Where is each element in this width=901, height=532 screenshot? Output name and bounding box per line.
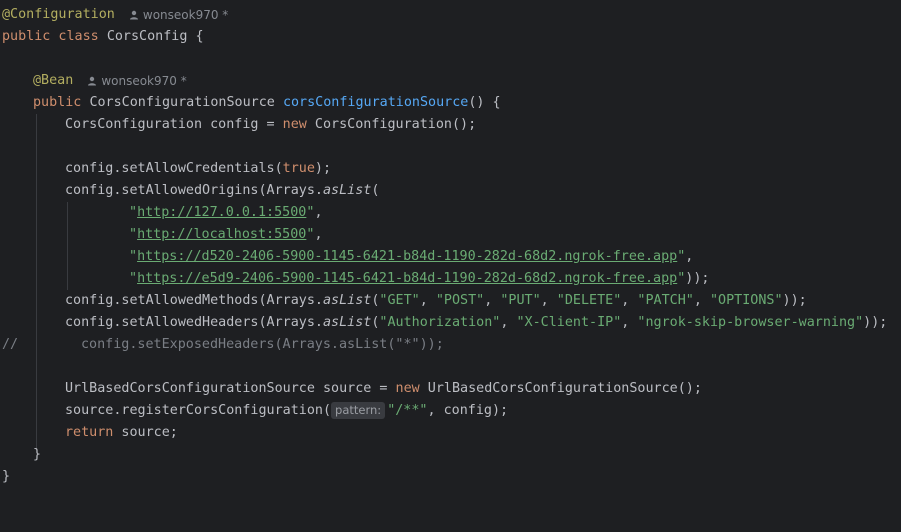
code-line: config.setAllowedHeaders(Arrays.asList("… — [0, 312, 887, 334]
code-line: @Bean wonseok970 * — [0, 70, 187, 92]
code-text: UrlBasedCorsConfigurationSource(); — [427, 381, 702, 396]
parameter-hint: pattern: — [331, 401, 386, 419]
indent-guide — [36, 114, 37, 450]
code-text: config.setAllowedMethods(Arrays. — [65, 293, 323, 308]
string-literal: "DELETE" — [556, 293, 622, 308]
code-line: public class CorsConfig { — [0, 26, 204, 48]
string-literal[interactable]: "https://d520-2406-5900-1145-6421-b84d-1… — [129, 249, 685, 264]
return-type: CorsConfigurationSource — [89, 95, 275, 110]
code-line: } — [0, 444, 41, 466]
code-line: "https://e5d9-2406-5900-1145-6421-b84d-1… — [0, 268, 709, 290]
code-text: , — [484, 293, 501, 308]
bean-annotation: @Bean — [33, 73, 74, 88]
code-line: config.setAllowedMethods(Arrays.asList("… — [0, 290, 807, 312]
code-text: , — [621, 293, 638, 308]
origin-url[interactable]: https://e5d9-2406-5900-1145-6421-b84d-11… — [137, 271, 677, 286]
code-line: source.registerCorsConfiguration(pattern… — [0, 400, 508, 422]
keyword: public — [33, 95, 82, 110]
closing-brace: } — [33, 447, 42, 462]
indent-guide — [67, 202, 68, 290]
code-text: config.setAllowedOrigins(Arrays. — [65, 183, 323, 198]
author-name: wonseok970 * — [142, 8, 229, 22]
code-text: asList — [322, 315, 372, 330]
string-literal[interactable]: "http://localhost:5500" — [129, 227, 314, 242]
string-literal: "/**" — [387, 403, 428, 418]
method-name: corsConfigurationSource — [282, 95, 469, 110]
code-editor[interactable]: @Configuration wonseok970 * public class … — [0, 0, 901, 487]
code-line: CorsConfiguration config = new CorsConfi… — [0, 114, 476, 136]
keyword: return — [65, 425, 114, 440]
code-text: , — [500, 315, 517, 330]
code-text: )); — [782, 293, 807, 308]
keyword: new — [395, 381, 420, 396]
code-text: , — [314, 227, 323, 242]
code-text: , — [540, 293, 557, 308]
code-text: source.registerCorsConfiguration( — [65, 403, 332, 418]
closing-brace: } — [2, 469, 11, 484]
keyword: public class — [2, 29, 99, 44]
origin-url[interactable]: http://localhost:5500 — [137, 227, 306, 242]
code-line: @Configuration wonseok970 * — [0, 4, 228, 26]
code-text: , — [693, 293, 710, 308]
code-text: config.setAllowedHeaders(Arrays. — [65, 315, 323, 330]
code-text: , config); — [427, 403, 509, 418]
author-hint[interactable]: wonseok970 * — [129, 4, 228, 26]
code-text: asList — [322, 183, 372, 198]
code-line: public CorsConfigurationSource corsConfi… — [0, 92, 501, 114]
user-icon — [129, 10, 138, 20]
code-text: ( — [371, 183, 380, 198]
code-text: UrlBasedCorsConfigurationSource source = — [65, 381, 396, 396]
code-line: return source; — [0, 422, 178, 444]
user-icon — [88, 76, 97, 86]
code-line: UrlBasedCorsConfigurationSource source =… — [0, 378, 702, 400]
comment-marker: // — [2, 337, 19, 352]
string-literal: "OPTIONS" — [709, 293, 783, 308]
origin-url[interactable]: https://d520-2406-5900-1145-6421-b84d-11… — [137, 249, 677, 264]
author-name: wonseok970 * — [101, 74, 187, 88]
commented-code: config.setExposedHeaders(Arrays.asList("… — [81, 337, 444, 352]
string-literal[interactable]: "https://e5d9-2406-5900-1145-6421-b84d-1… — [129, 271, 685, 286]
code-text: , — [621, 315, 638, 330]
code-line: // config.setExposedHeaders(Arrays.asLis… — [0, 334, 444, 356]
code-text: CorsConfiguration(); — [314, 117, 477, 132]
string-literal: "X-Client-IP" — [516, 315, 622, 330]
origin-url[interactable]: http://127.0.0.1:5500 — [137, 205, 306, 220]
code-text: )); — [863, 315, 888, 330]
code-text: asList — [322, 293, 372, 308]
code-text: )); — [685, 271, 710, 286]
string-literal: "ngrok-skip-browser-warning" — [637, 315, 864, 330]
code-text: , — [419, 293, 436, 308]
code-line: } — [0, 466, 32, 488]
code-line: "http://localhost:5500", — [0, 224, 323, 246]
keyword: true — [282, 161, 315, 176]
string-literal: "Authorization" — [379, 315, 501, 330]
code-text: , — [685, 249, 694, 264]
class-name: CorsConfig { — [106, 29, 204, 44]
keyword: new — [282, 117, 307, 132]
code-text: config.setAllowCredentials( — [65, 161, 283, 176]
author-hint[interactable]: wonseok970 * — [87, 70, 187, 92]
code-line: "http://127.0.0.1:5500", — [0, 202, 323, 224]
string-literal: "PATCH" — [637, 293, 694, 308]
string-literal: "GET" — [379, 293, 420, 308]
string-literal: "PUT" — [500, 293, 541, 308]
code-line: "https://d520-2406-5900-1145-6421-b84d-1… — [0, 246, 693, 268]
class-annotation: @Configuration — [2, 7, 115, 22]
string-literal[interactable]: "http://127.0.0.1:5500" — [129, 205, 314, 220]
code-line: config.setAllowedOrigins(Arrays.asList( — [0, 180, 379, 202]
method-params: () { — [468, 95, 501, 110]
code-text: CorsConfiguration config = — [65, 117, 283, 132]
string-literal: "POST" — [435, 293, 485, 308]
code-text: ); — [314, 161, 332, 176]
code-text: source; — [113, 425, 178, 440]
code-text: , — [314, 205, 323, 220]
code-line: config.setAllowCredentials(true); — [0, 158, 331, 180]
